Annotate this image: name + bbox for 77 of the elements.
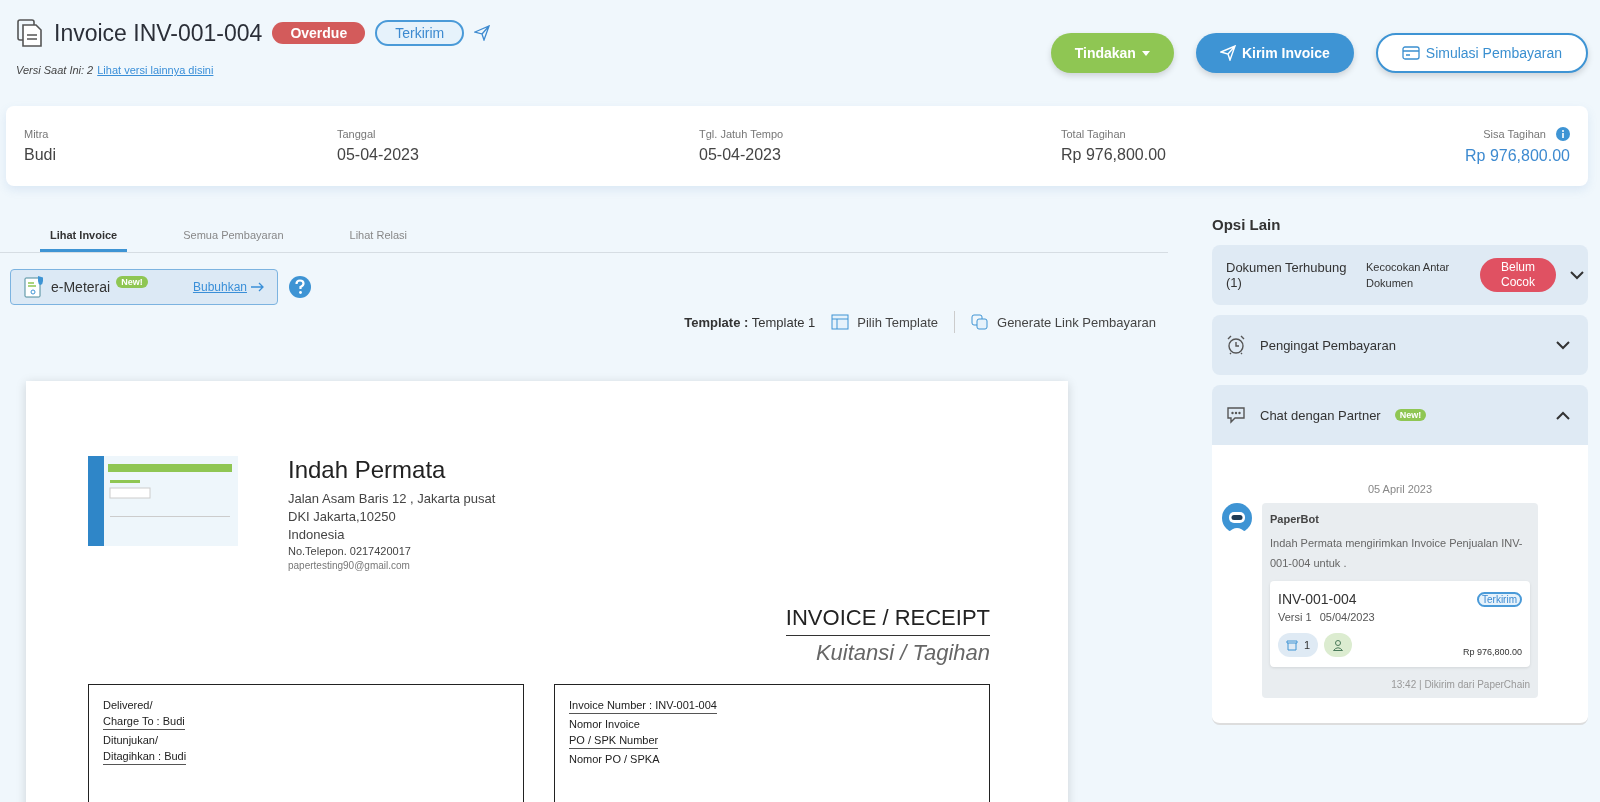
summary-label: Sisa Tagihan <box>1483 128 1546 140</box>
summary-label: Total Tagihan <box>1061 128 1126 140</box>
stamp-document-icon <box>23 275 45 299</box>
arrow-right-icon <box>251 282 265 292</box>
document-subtitle: Kuitansi / Tagihan <box>815 640 990 666</box>
panel-title: Chat dengan Partner <box>1260 407 1381 423</box>
summary-label: Mitra <box>24 128 49 140</box>
chat-date: 05 April 2023 <box>1366 483 1434 495</box>
document-icon <box>16 18 44 48</box>
company-name: Indah Permata <box>288 456 447 484</box>
person-icon <box>1332 639 1345 651</box>
card-icon <box>1401 46 1420 60</box>
summary-value: 05-04-2023 <box>699 146 782 164</box>
chevron-down-icon[interactable] <box>1570 270 1584 280</box>
company-address: Jalan Asam Baris 12 , Jakarta pusat <box>288 491 496 506</box>
box-line: Nomor PO / SPKA <box>569 753 660 765</box>
company-phone: No.Telepon. 0217420017 <box>288 545 412 557</box>
company-address: DKI Jakarta,10250 <box>288 509 397 524</box>
company-email: papertesting90@gmail.com <box>288 560 411 571</box>
box-line: Charge To : Budi <box>103 715 185 730</box>
send-icon <box>1219 45 1236 61</box>
invoice-number: INV-001-004 <box>1278 591 1357 607</box>
chat-message: Indah Permata mengirimkan Invoice Penjualan INV-001-004 untuk . <box>1270 536 1524 571</box>
document-count-pill: 1 <box>1278 633 1319 657</box>
box-line: Invoice Number : INV-001-004 <box>569 699 717 714</box>
option-panel[interactable]: Pengingat Pembayaran <box>1212 315 1588 375</box>
copy-icon <box>971 314 989 330</box>
invoice-amount: Rp 976,800.00 <box>1462 647 1522 657</box>
help-icon[interactable] <box>288 275 312 299</box>
box-line: PO / SPK Number <box>569 734 659 749</box>
box-line: Ditunjukan/ <box>103 734 159 746</box>
chat-bubble-icon <box>1226 406 1246 424</box>
invoice-card[interactable]: INV-001-004 Terkirim Versi 1 05/04/2023 1 Rp 976,800.00 <box>1270 581 1530 667</box>
summary-label: Tgl. Jatuh Tempo <box>699 128 784 140</box>
summary-value: Budi <box>24 146 58 164</box>
alarm-clock-icon <box>1226 335 1246 355</box>
side-title: Opsi Lain <box>1212 216 1282 233</box>
option-panel[interactable]: Dokumen Terhubung (1) Kecocokan Antar Dokumen Belum Cocok <box>1212 245 1588 305</box>
summary-label: Tanggal <box>337 128 376 140</box>
chevron-down-icon[interactable] <box>1556 340 1570 350</box>
message-footer: 13:42 | Dikirim dari PaperChain <box>1270 679 1530 690</box>
panel-note: Kecocokan Antar Dokumen <box>1366 260 1451 291</box>
summary-value: Rp 976,800.00 <box>1061 146 1167 164</box>
panel-title: Dokumen Terhubung (1) <box>1226 260 1348 290</box>
payment-simulation-button[interactable]: Simulasi Pembayaran <box>1375 33 1588 73</box>
tab[interactable]: Lihat Invoice <box>40 212 128 252</box>
generate-link-button[interactable]: Generate Link Pembayaran <box>971 314 1156 330</box>
company-address: Indonesia <box>288 527 346 542</box>
robot-avatar-icon <box>1222 503 1252 533</box>
e-meterai-label: e-Meterai <box>51 279 111 295</box>
status-badge: Terkirim <box>1477 591 1522 607</box>
new-badge: New! <box>1394 409 1427 421</box>
status-badge: Belum Cocok <box>1480 258 1556 292</box>
info-icon[interactable] <box>1556 127 1570 141</box>
new-badge: New! <box>116 276 148 288</box>
box-line: Delivered/ <box>103 699 153 711</box>
box-icon <box>1286 639 1298 651</box>
box-line: Ditagihkan : Budi <box>103 750 187 765</box>
option-panel[interactable]: Chat dengan Partner New! 05 April 2023 PaperBot Indah Permata mengirimkan Invoice Penjualan INV-001-004 untuk . INV-001-004 Terkirim Versi 1 05/04/2023 1 Rp 976,800.00 13:42 | Dikirim dari PaperChain <box>1212 385 1588 725</box>
layout-icon <box>831 314 850 330</box>
sender-name: PaperBot <box>1270 513 1320 525</box>
page-title: Invoice INV-001-004 <box>54 19 263 47</box>
status-badge: Terkirim <box>375 20 465 46</box>
version-text: Versi 1 <box>1278 611 1312 623</box>
choose-template-button[interactable]: Pilih Template <box>831 314 938 330</box>
chevron-up-icon[interactable] <box>1556 410 1570 420</box>
caret-icon <box>1141 50 1150 56</box>
panel-title: Pengingat Pembayaran <box>1260 337 1397 353</box>
send-icon[interactable] <box>474 25 491 41</box>
box-line: Nomor Invoice <box>569 718 640 730</box>
template-label: Template : Template 1 <box>684 314 816 330</box>
summary-value: Rp 976,800.00 <box>1465 147 1570 165</box>
invoice-date: 05/04/2023 <box>1319 611 1375 623</box>
summary-value: 05-04-2023 <box>337 146 420 164</box>
status-badge: Overdue <box>272 22 366 44</box>
version-label: Versi Saat Ini: 2 <box>16 64 94 76</box>
document-title: INVOICE / RECEIPT <box>785 605 990 636</box>
